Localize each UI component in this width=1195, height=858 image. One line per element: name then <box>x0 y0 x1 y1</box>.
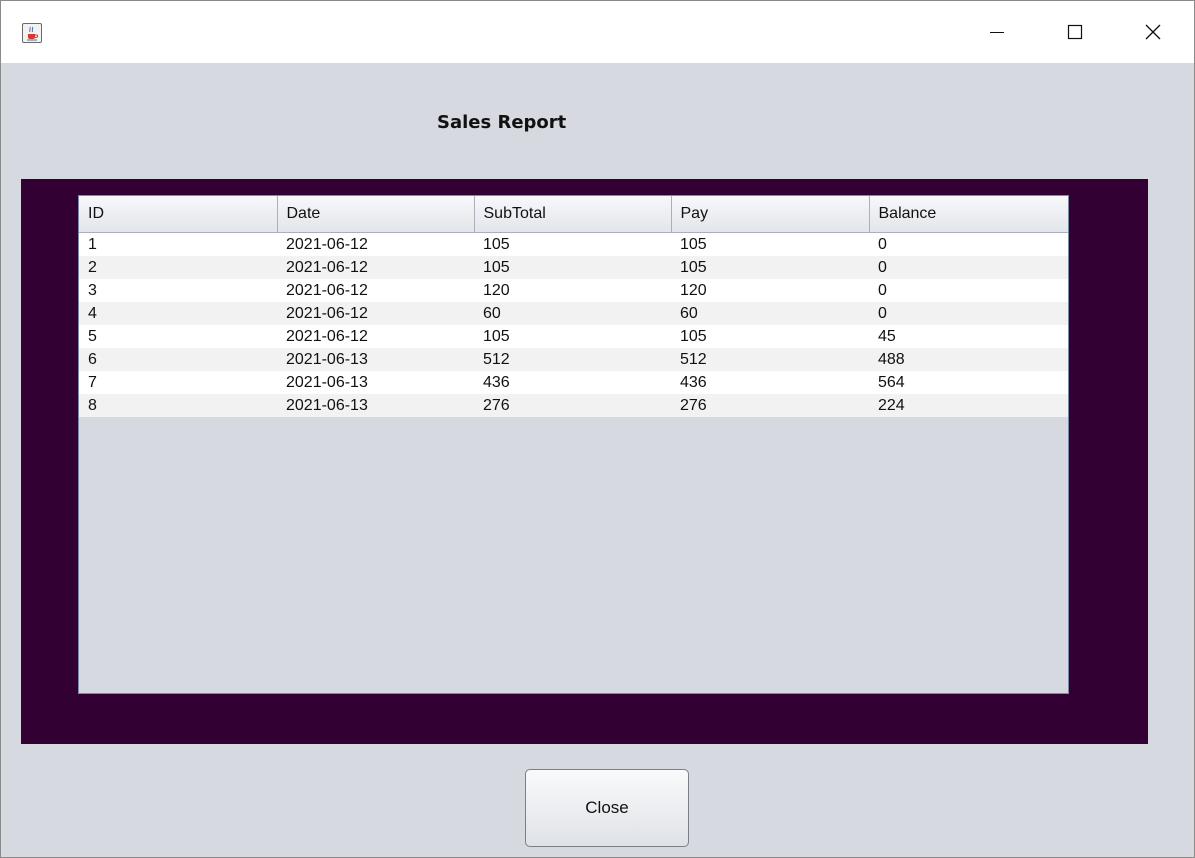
minimize-button[interactable] <box>969 1 1025 63</box>
cell-pay[interactable]: 120 <box>671 278 869 302</box>
maximize-button[interactable] <box>1047 1 1103 63</box>
cell-subtotal[interactable]: 105 <box>474 232 671 256</box>
cell-id[interactable]: 2 <box>79 255 277 279</box>
cell-date[interactable]: 2021-06-12 <box>277 232 474 256</box>
column-header-subtotal[interactable]: SubTotal <box>474 196 672 233</box>
close-icon <box>1145 24 1161 40</box>
cell-balance[interactable]: 488 <box>869 347 1068 371</box>
column-header-date[interactable]: Date <box>277 196 475 233</box>
table-row[interactable]: 7 2021-06-13 436 436 564 <box>79 370 1068 394</box>
table-row[interactable]: 6 2021-06-13 512 512 488 <box>79 347 1068 371</box>
cell-pay[interactable]: 512 <box>671 347 869 371</box>
cell-subtotal[interactable]: 276 <box>474 393 671 417</box>
table-row[interactable]: 2 2021-06-12 105 105 0 <box>79 255 1068 279</box>
maximize-icon <box>1067 24 1083 40</box>
cell-date[interactable]: 2021-06-12 <box>277 255 474 279</box>
cell-subtotal[interactable]: 60 <box>474 301 671 325</box>
cell-date[interactable]: 2021-06-12 <box>277 301 474 325</box>
cell-date[interactable]: 2021-06-13 <box>277 347 474 371</box>
table-row[interactable]: 3 2021-06-12 120 120 0 <box>79 278 1068 302</box>
cell-subtotal[interactable]: 512 <box>474 347 671 371</box>
cell-date[interactable]: 2021-06-12 <box>277 324 474 348</box>
cell-id[interactable]: 4 <box>79 301 277 325</box>
cell-pay[interactable]: 436 <box>671 370 869 394</box>
cell-date[interactable]: 2021-06-13 <box>277 393 474 417</box>
sales-report-window: Sales Report ID Date SubTotal Pay Balanc… <box>0 0 1195 858</box>
cell-id[interactable]: 8 <box>79 393 277 417</box>
report-title: Sales Report <box>437 112 567 133</box>
cell-id[interactable]: 6 <box>79 347 277 371</box>
title-bar[interactable] <box>1 1 1194 63</box>
cell-balance[interactable]: 0 <box>869 232 1068 256</box>
close-button[interactable]: Close <box>525 769 689 847</box>
cell-id[interactable]: 3 <box>79 278 277 302</box>
cell-subtotal[interactable]: 120 <box>474 278 671 302</box>
cell-pay[interactable]: 105 <box>671 255 869 279</box>
column-header-id[interactable]: ID <box>79 196 278 233</box>
cell-balance[interactable]: 564 <box>869 370 1068 394</box>
cell-subtotal[interactable]: 105 <box>474 324 671 348</box>
cell-pay[interactable]: 60 <box>671 301 869 325</box>
window-close-button[interactable] <box>1125 1 1181 63</box>
cell-id[interactable]: 7 <box>79 370 277 394</box>
cell-balance[interactable]: 0 <box>869 255 1068 279</box>
cell-balance[interactable]: 0 <box>869 278 1068 302</box>
table-header-row: ID Date SubTotal Pay Balance <box>79 196 1068 233</box>
table-row[interactable]: 8 2021-06-13 276 276 224 <box>79 393 1068 417</box>
report-panel: ID Date SubTotal Pay Balance 1 2021-06-1… <box>21 179 1148 744</box>
column-header-balance[interactable]: Balance <box>869 196 1068 233</box>
cell-pay[interactable]: 276 <box>671 393 869 417</box>
cell-pay[interactable]: 105 <box>671 324 869 348</box>
table-row[interactable]: 1 2021-06-12 105 105 0 <box>79 232 1068 256</box>
table-scroll-pane[interactable]: ID Date SubTotal Pay Balance 1 2021-06-1… <box>78 195 1069 694</box>
column-header-pay[interactable]: Pay <box>671 196 870 233</box>
cell-id[interactable]: 1 <box>79 232 277 256</box>
java-cup-icon <box>22 23 42 43</box>
cell-balance[interactable]: 45 <box>869 324 1068 348</box>
cell-subtotal[interactable]: 436 <box>474 370 671 394</box>
cell-balance[interactable]: 0 <box>869 301 1068 325</box>
cell-pay[interactable]: 105 <box>671 232 869 256</box>
cell-subtotal[interactable]: 105 <box>474 255 671 279</box>
cell-id[interactable]: 5 <box>79 324 277 348</box>
sales-table: ID Date SubTotal Pay Balance 1 2021-06-1… <box>79 196 1068 417</box>
cell-balance[interactable]: 224 <box>869 393 1068 417</box>
minimize-icon <box>990 32 1004 33</box>
table-row[interactable]: 5 2021-06-12 105 105 45 <box>79 324 1068 348</box>
cell-date[interactable]: 2021-06-13 <box>277 370 474 394</box>
table-row[interactable]: 4 2021-06-12 60 60 0 <box>79 301 1068 325</box>
cell-date[interactable]: 2021-06-12 <box>277 278 474 302</box>
